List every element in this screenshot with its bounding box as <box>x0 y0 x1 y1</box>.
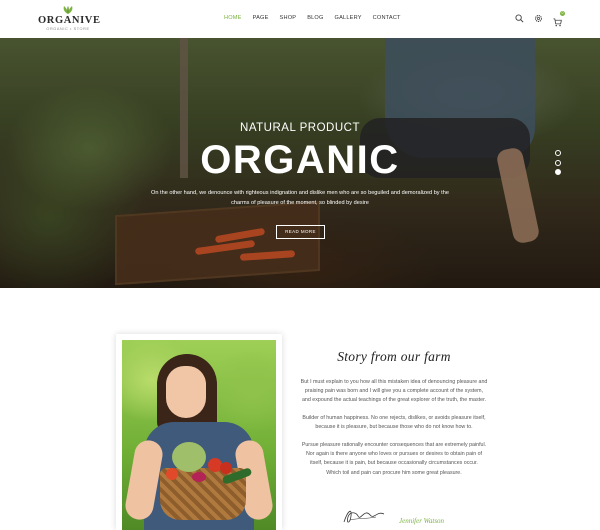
photo-cabbage <box>172 442 206 472</box>
logo[interactable]: ORGANIVE ORGANIC • STORE <box>38 6 101 34</box>
hero-slider: NATURAL PRODUCT ORGANIC On the other han… <box>0 38 600 288</box>
photo-radish <box>192 472 206 482</box>
nav-contact[interactable]: CONTACT <box>373 15 401 25</box>
photo-tomato <box>166 468 178 480</box>
story-paragraph-4: Which toil and pain can procure him some… <box>326 470 462 476</box>
nav-blog[interactable]: BLOG <box>307 15 323 25</box>
signature-image <box>343 510 385 523</box>
slider-dot-2[interactable] <box>555 159 561 166</box>
hero-title: ORGANIC <box>200 138 400 182</box>
read-more-button[interactable]: READ MORE <box>276 225 325 239</box>
cart-button[interactable]: 0 <box>553 11 565 27</box>
gear-icon[interactable] <box>534 14 543 23</box>
farmer-photo-frame <box>116 334 282 530</box>
story-paragraph-3: Pursue pleasure rationally encounter con… <box>301 442 487 467</box>
nav-page[interactable]: PAGE <box>253 15 269 25</box>
site-header: ORGANIVE ORGANIC • STORE HOME PAGE SHOP … <box>0 0 600 38</box>
cart-count-badge: 0 <box>560 11 565 16</box>
search-icon[interactable] <box>515 14 524 23</box>
main-nav: HOME PAGE SHOP BLOG GALLERY CONTACT <box>224 15 412 25</box>
story-title: Story from our farm <box>337 349 451 364</box>
photo-face <box>166 366 206 418</box>
author-name: Jennifer Watson <box>399 517 445 525</box>
nav-gallery[interactable]: GALLERY <box>335 15 362 25</box>
slider-dot-3[interactable] <box>555 169 561 175</box>
nav-home[interactable]: HOME <box>224 15 242 25</box>
story-paragraph-2: Builder of human happiness. No one rejec… <box>302 415 486 431</box>
photo-tomato <box>220 462 232 474</box>
cart-icon <box>553 18 562 27</box>
leaf-logo-icon <box>63 6 73 14</box>
story-paragraph-1: But I must explain to you how all this m… <box>300 379 488 404</box>
hero-text: On the other hand, we denounce with righ… <box>151 190 449 206</box>
header-icons: 0 <box>515 11 565 27</box>
hero-subtitle: NATURAL PRODUCT <box>240 122 360 134</box>
brand-tagline: ORGANIC • STORE <box>46 27 90 31</box>
slider-pagination <box>555 150 563 179</box>
nav-shop[interactable]: SHOP <box>280 15 297 25</box>
farmer-photo <box>122 340 276 530</box>
brand-name: ORGANIVE <box>38 15 101 26</box>
slider-dot-1[interactable] <box>555 150 561 156</box>
